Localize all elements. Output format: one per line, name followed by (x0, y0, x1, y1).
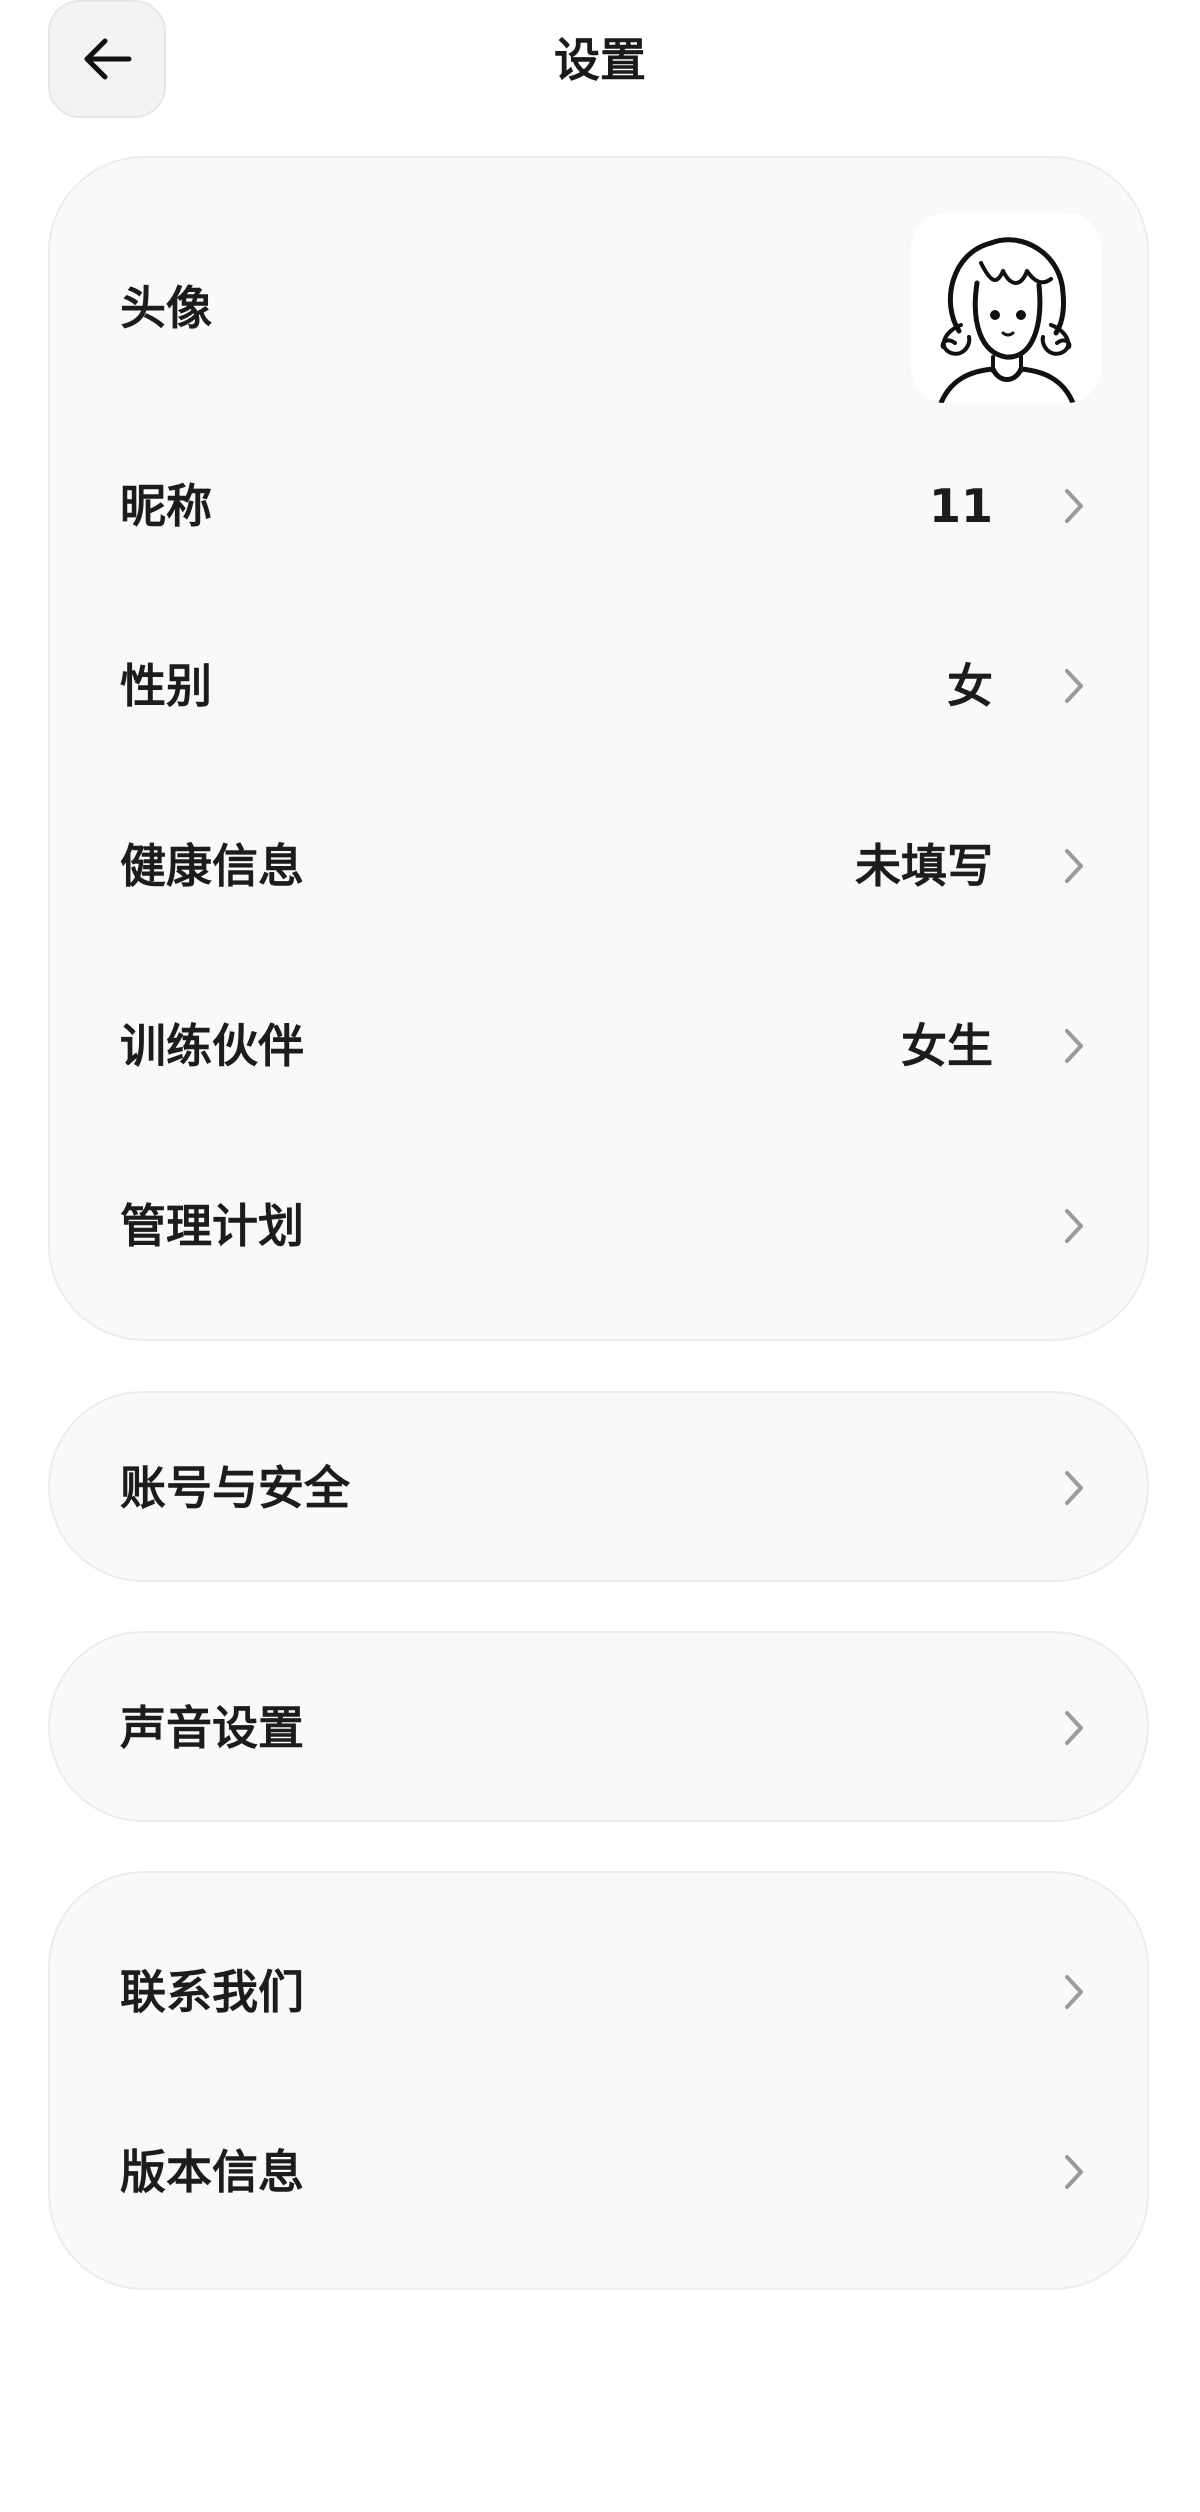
training-partner-row[interactable]: 训练伙伴 女生 (50, 956, 1147, 1136)
sound-settings-card: 声音设置 (48, 1631, 1149, 1822)
health-info-label: 健康信息 (120, 839, 304, 893)
nickname-row[interactable]: 昵称 11 (50, 416, 1147, 596)
sound-settings-label: 声音设置 (120, 1701, 304, 1755)
health-info-value: 未填写 (855, 839, 993, 893)
manage-plan-row[interactable]: 管理计划 (50, 1136, 1147, 1316)
health-info-row[interactable]: 健康信息 未填写 (50, 776, 1147, 956)
profile-card: 头像 昵称 11 性别 女 健康信息 未填写 训练伙伴 女生 管理计划 (48, 156, 1149, 1341)
contact-us-row[interactable]: 联系我们 (50, 1902, 1147, 2082)
page-title: 设置 (554, 33, 646, 87)
account-security-label: 账号与安全 (120, 1461, 350, 1515)
training-partner-value: 女生 (901, 1019, 993, 1073)
chevron-right-icon (1065, 1711, 1083, 1745)
chevron-right-icon (1065, 1209, 1083, 1243)
chevron-right-icon (1065, 669, 1083, 703)
chevron-right-icon (1065, 1975, 1083, 2009)
gender-label: 性别 (120, 659, 212, 713)
chevron-right-icon (1065, 1029, 1083, 1063)
chevron-right-icon (1065, 489, 1083, 523)
sound-settings-row[interactable]: 声音设置 (50, 1638, 1147, 1818)
chevron-right-icon (1065, 849, 1083, 883)
version-info-label: 版本信息 (120, 2145, 304, 2199)
avatar[interactable] (911, 213, 1101, 403)
gender-value: 女 (947, 659, 993, 713)
gender-row[interactable]: 性别 女 (50, 596, 1147, 776)
avatar-row[interactable]: 头像 (50, 208, 1147, 408)
account-security-card: 账号与安全 (48, 1391, 1149, 1582)
avatar-label: 头像 (120, 281, 212, 335)
contact-us-label: 联系我们 (120, 1965, 304, 2019)
nickname-value: 11 (928, 479, 993, 533)
account-security-row[interactable]: 账号与安全 (50, 1398, 1147, 1578)
header: 设置 (0, 0, 1200, 120)
chevron-right-icon (1065, 2155, 1083, 2189)
manage-plan-label: 管理计划 (120, 1199, 304, 1253)
avatar-girl-icon (938, 237, 1076, 403)
version-info-row[interactable]: 版本信息 (50, 2082, 1147, 2262)
training-partner-label: 训练伙伴 (120, 1019, 304, 1073)
nickname-label: 昵称 (120, 479, 212, 533)
about-card: 联系我们 版本信息 (48, 1871, 1149, 2290)
chevron-right-icon (1065, 1471, 1083, 1505)
